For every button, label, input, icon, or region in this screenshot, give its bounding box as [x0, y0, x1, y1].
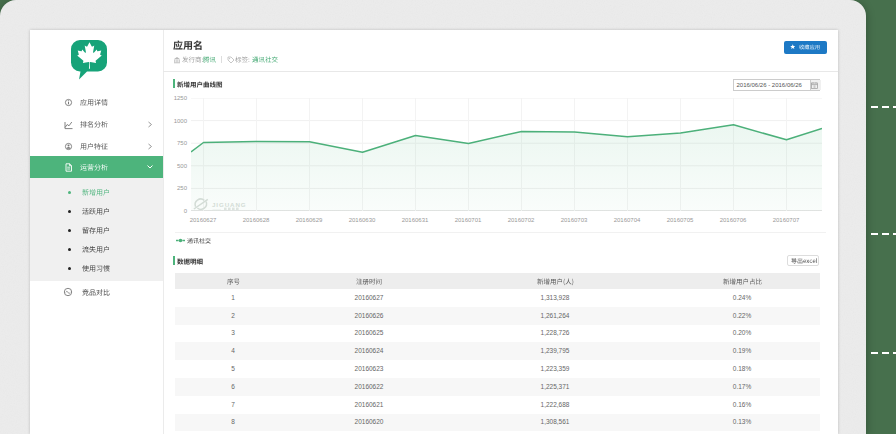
svg-text:JIGUANG: JIGUANG: [212, 200, 247, 207]
